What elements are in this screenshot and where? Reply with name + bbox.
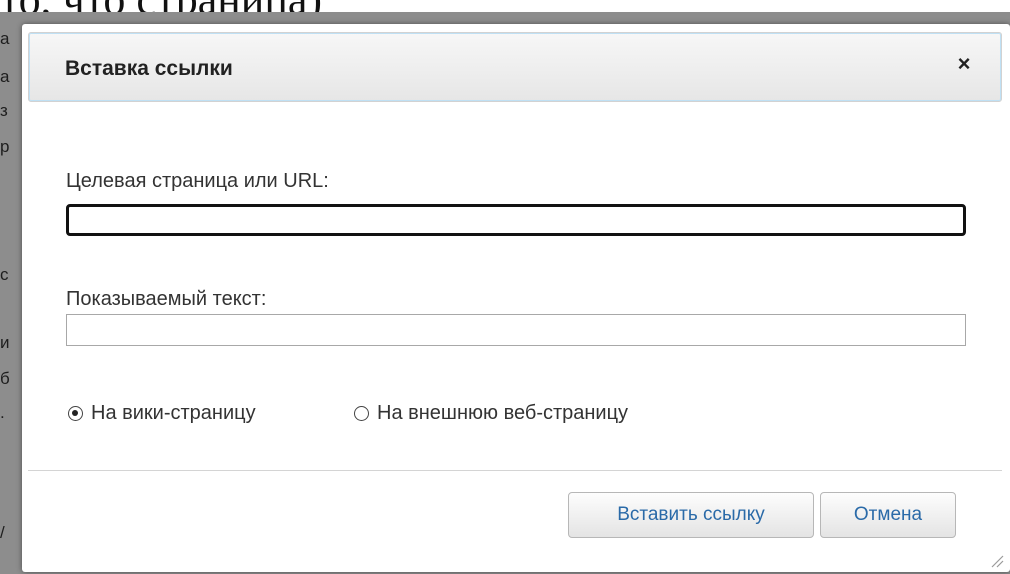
- background-letter: б: [0, 369, 10, 388]
- background-letter: р: [0, 137, 10, 156]
- dialog-titlebar[interactable]: Вставка ссылки ×: [28, 32, 1002, 102]
- target-url-input[interactable]: [66, 204, 966, 236]
- background-letter: с: [0, 265, 9, 284]
- background-letter: /: [0, 523, 5, 542]
- display-text-input[interactable]: [66, 314, 966, 346]
- display-text-label: Показываемый текст:: [66, 288, 267, 310]
- footer-divider: [28, 470, 1002, 471]
- cancel-button[interactable]: Отмена: [820, 492, 956, 538]
- radio-checked-icon[interactable]: [68, 406, 83, 421]
- close-button[interactable]: ×: [947, 47, 981, 81]
- background-letter: а: [0, 67, 10, 86]
- background-letter: а: [0, 29, 10, 48]
- radio-external-page[interactable]: На внешнюю веб-страницу: [354, 402, 628, 425]
- radio-external-page-label: На внешнюю веб-страницу: [377, 402, 629, 424]
- background-letter: .: [0, 403, 5, 422]
- close-icon: ×: [957, 51, 971, 76]
- insert-link-button[interactable]: Вставить ссылку: [568, 492, 814, 538]
- radio-wiki-page-label: На вики-страницу: [91, 402, 256, 424]
- dialog-title: Вставка ссылки: [65, 57, 233, 80]
- page: то, что страница) а а з р с и б . / Вста…: [0, 0, 1010, 574]
- background-letter: и: [0, 333, 10, 352]
- resize-grip-icon[interactable]: [988, 552, 1004, 568]
- radio-wiki-page[interactable]: На вики-страницу: [68, 402, 256, 425]
- radio-unchecked-icon[interactable]: [354, 406, 369, 421]
- target-url-label: Целевая страница или URL:: [66, 170, 329, 192]
- insert-link-dialog: Вставка ссылки × Целевая страница или UR…: [22, 24, 1010, 572]
- background-letter: з: [0, 101, 8, 120]
